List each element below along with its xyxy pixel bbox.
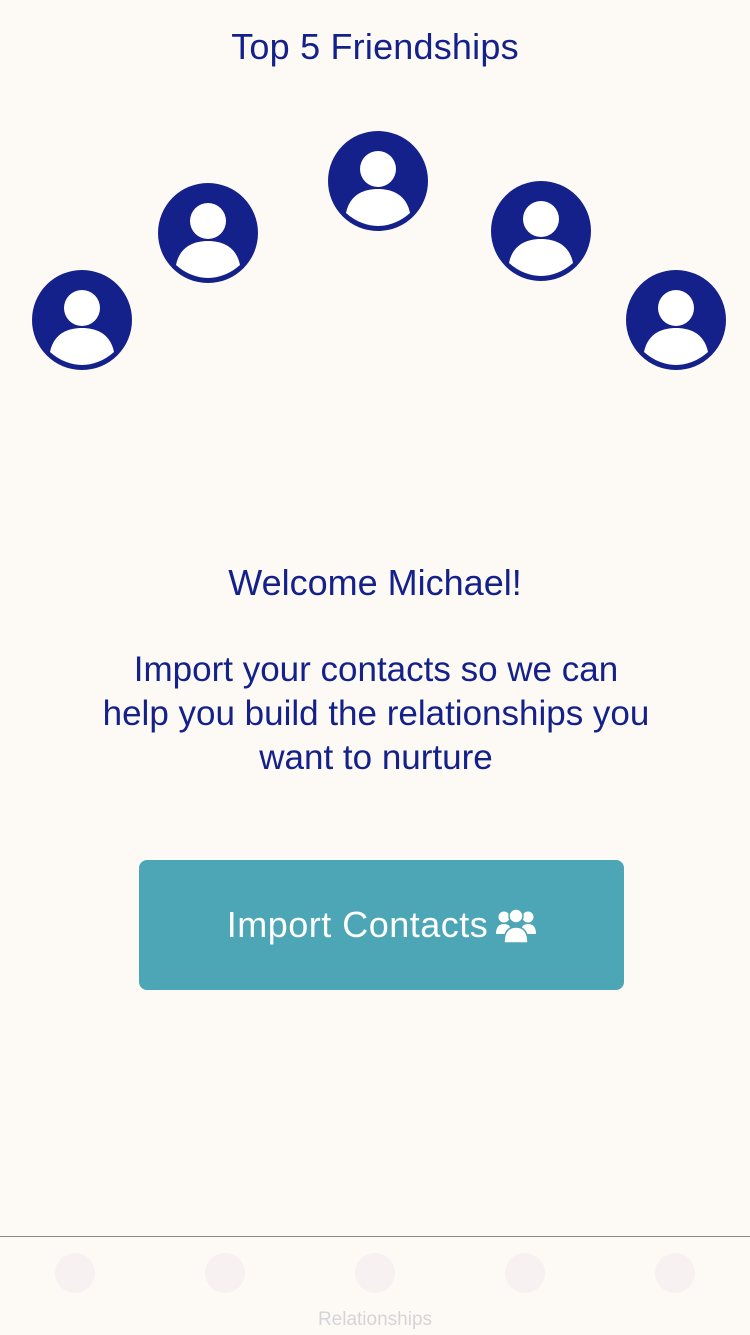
users-icon [496,906,537,944]
welcome-heading: Welcome Michael! [228,562,522,603]
friend-avatar-1[interactable] [32,270,132,370]
user-avatar-icon [626,270,726,370]
friend-avatar-2[interactable] [158,183,258,283]
tab-icon [505,1253,545,1293]
tab-2[interactable] [150,1237,300,1335]
import-contacts-button[interactable]: Import Contacts [139,860,624,990]
tab-relationships[interactable]: Relationships [300,1237,450,1335]
user-avatar-icon [32,270,132,370]
tab-label: Relationships [317,1309,433,1330]
tab-4[interactable] [450,1237,600,1335]
friend-avatar-3[interactable] [328,131,428,231]
user-avatar-icon [158,183,258,283]
page-title: Top 5 Friendships [231,26,519,67]
tab-friendships[interactable] [0,1237,150,1335]
bottom-tab-bar: Relationships [0,1236,750,1335]
user-avatar-icon [491,181,591,281]
friend-avatar-4[interactable] [491,181,591,281]
friend-avatar-5[interactable] [626,270,726,370]
tab-icon [205,1253,245,1293]
friendships-icon [55,1253,95,1293]
import-message: Import your contacts so we can help you … [102,650,650,777]
tab-5[interactable] [600,1237,750,1335]
relationships-icon [355,1253,395,1293]
tab-icon [655,1253,695,1293]
import-contacts-label: Import Contacts [226,904,489,945]
user-avatar-icon [328,131,428,231]
